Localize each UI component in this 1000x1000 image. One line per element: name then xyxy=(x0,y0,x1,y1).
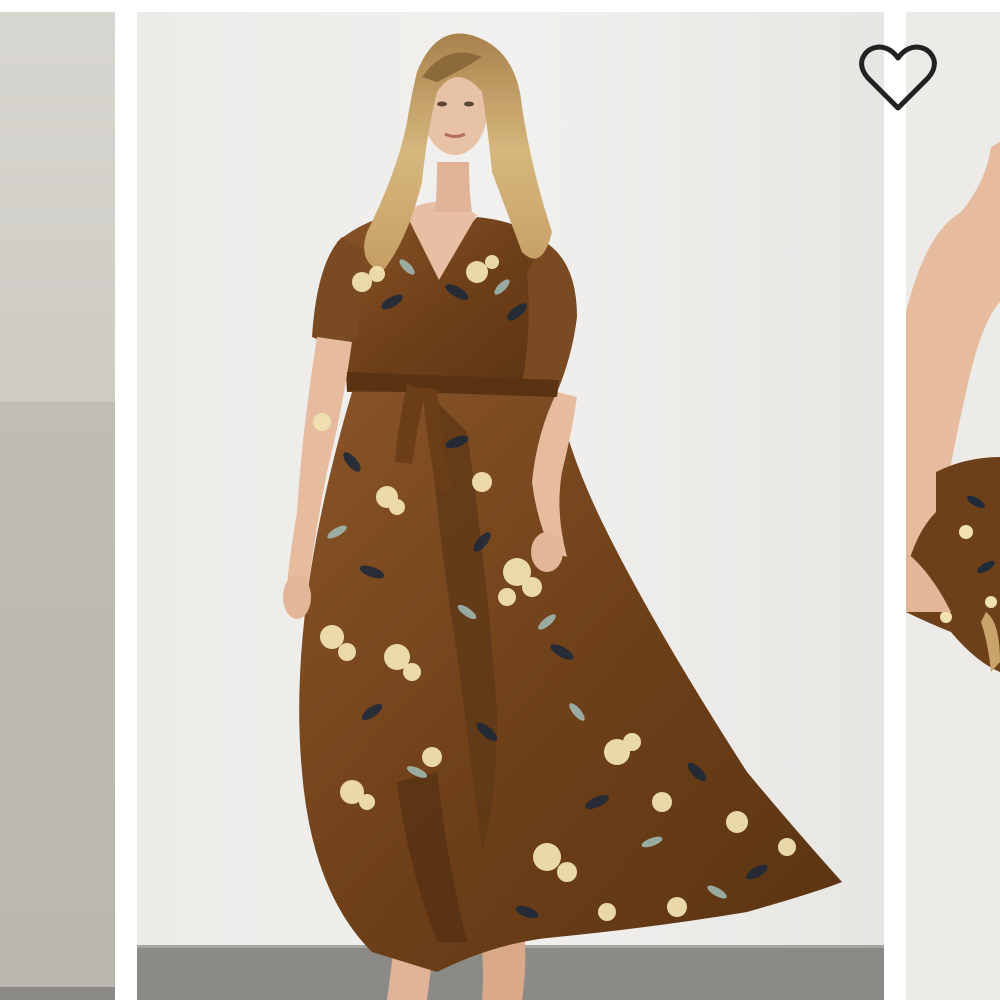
product-image-carousel[interactable] xyxy=(0,0,1000,1000)
carousel-slide-current[interactable] xyxy=(137,12,884,1000)
previous-slide-image xyxy=(0,12,115,1000)
heart-outline-icon xyxy=(859,44,937,111)
wishlist-button[interactable] xyxy=(858,42,938,114)
carousel-slide-previous[interactable] xyxy=(0,12,115,1000)
carousel-slide-next[interactable] xyxy=(906,12,1000,1000)
product-photo-floral-maxi-dress xyxy=(137,12,884,1000)
next-slide-image xyxy=(906,12,1000,1000)
